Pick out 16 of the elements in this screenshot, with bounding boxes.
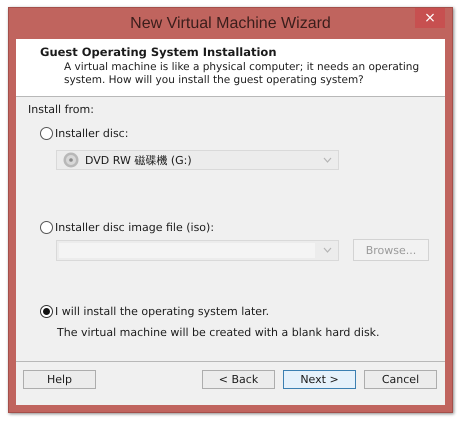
caret-icon [323,247,332,253]
page-description: A virtual machine is like a physical computer; it needs an operating system. How will you install the guest operating system? [63,61,420,87]
dialog-button[interactable]: Help [23,370,96,389]
install-from-label: Install from: [28,103,95,116]
disc-icon [63,152,79,168]
radio-button[interactable] [40,305,53,318]
dialog-button[interactable]: < Back [202,370,275,389]
drive-name: DVD RW 磁碟機 (G:) [85,152,193,168]
dialog-button[interactable]: Cancel [364,370,437,389]
option-note: The virtual machine will be created with a blank hard disk. [57,326,381,339]
window-title: New Virtual Machine Wizard [130,14,331,32]
dialog-button[interactable]: Next > [283,370,356,389]
radio-label[interactable]: I will install the operating system later. [55,305,270,318]
close-button[interactable]: × [415,8,445,28]
caret-icon [323,157,332,163]
page-title: Guest Operating System Installation [40,45,278,59]
